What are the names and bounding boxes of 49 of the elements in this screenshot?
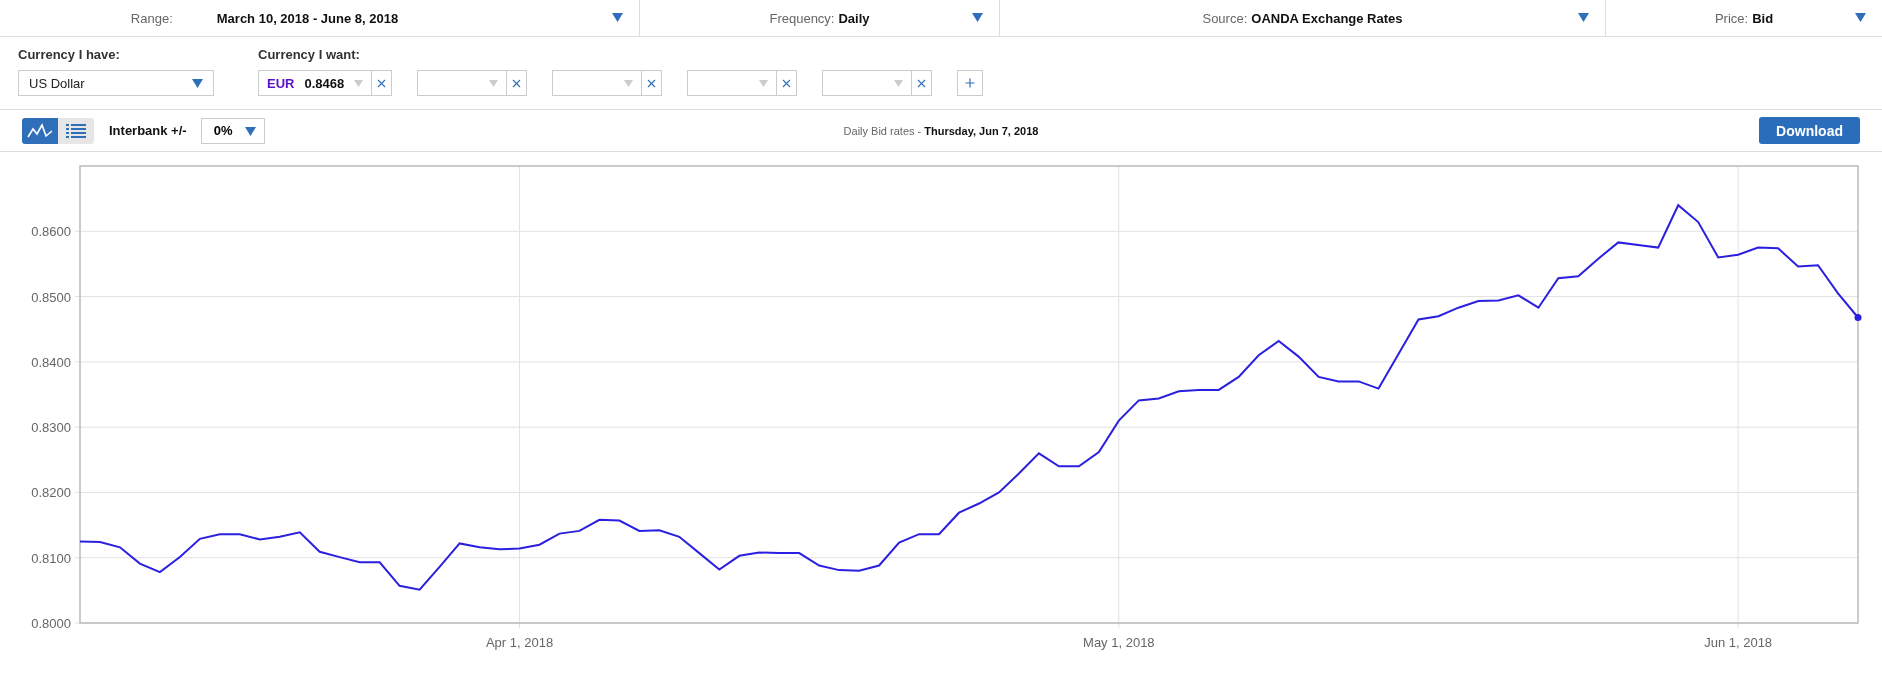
filter-dropdown[interactable]: Price: Bid (1606, 0, 1882, 36)
filter-label: Range: (130, 10, 173, 26)
interbank-select[interactable]: 0% (200, 117, 265, 144)
dropdown-arrow-icon[interactable] (244, 126, 256, 136)
axis-label: 0.8600 (31, 224, 71, 240)
currency-code: EUR (267, 75, 295, 91)
dropdown-arrow-icon[interactable] (612, 13, 623, 22)
clear-button[interactable] (777, 70, 797, 96)
dropdown-arrow-icon[interactable] (972, 13, 983, 22)
axis-label: 0.8000 (31, 616, 71, 631)
filter-value: OANDA Exchange Rates (1251, 10, 1403, 26)
interbank-label: Interbank +/- (109, 123, 187, 138)
axis-label: May 1, 2018 (1083, 635, 1155, 650)
clear-button[interactable] (372, 70, 392, 96)
clear-button[interactable] (912, 70, 932, 96)
clear-button[interactable] (642, 70, 662, 96)
dropdown-arrow-icon[interactable] (1578, 13, 1589, 22)
dropdown-arrow-icon[interactable] (1855, 13, 1866, 22)
list-icon (66, 123, 86, 138)
filter-label: Price: (1714, 10, 1749, 26)
filter-dropdown[interactable]: Source: OANDA Exchange Rates (1000, 0, 1606, 36)
chart-view-tab[interactable] (22, 117, 58, 144)
table-view-tab[interactable] (58, 117, 94, 144)
filter-label: Frequency: (769, 10, 835, 26)
download-button[interactable]: Download (1759, 117, 1860, 144)
currency-rate: 0.8468 (304, 75, 345, 91)
line-chart-icon (27, 122, 53, 139)
field-label: Currency I have: (18, 47, 121, 62)
filter-value: Daily (838, 10, 870, 26)
dropdown-arrow-icon[interactable] (192, 79, 203, 88)
end-point-marker (1854, 313, 1862, 321)
axis-label: 0.8100 (31, 550, 71, 566)
currency-select[interactable]: US Dollar (18, 70, 214, 96)
filter-value: Bid (1752, 10, 1774, 26)
filter-value: March 10, 2018 - June 8, 2018 (216, 10, 399, 26)
axis-label: 0.8500 (31, 289, 71, 305)
clear-button[interactable] (507, 70, 527, 96)
field-label: Currency I want: (258, 47, 361, 62)
axis-label: 0.8300 (31, 420, 71, 436)
axis-label: 0.8400 (31, 354, 71, 370)
filter-dropdown[interactable]: Frequency: Daily (640, 0, 1000, 36)
plus-icon (963, 76, 977, 90)
filter-dropdown[interactable]: Range: March 10, 2018 - June 8, 2018 (0, 0, 640, 36)
filter-label: Source: (1202, 10, 1248, 26)
axis-label: Jun 1, 2018 (1704, 635, 1773, 650)
rates-caption: Daily Bid rates - Thursday, Jun 7, 2018 (843, 124, 1039, 137)
currency-select[interactable]: EUR 0.8468 (258, 70, 372, 96)
axis-label: Apr 1, 2018 (485, 635, 554, 650)
axis-label: 0.8200 (31, 485, 71, 501)
